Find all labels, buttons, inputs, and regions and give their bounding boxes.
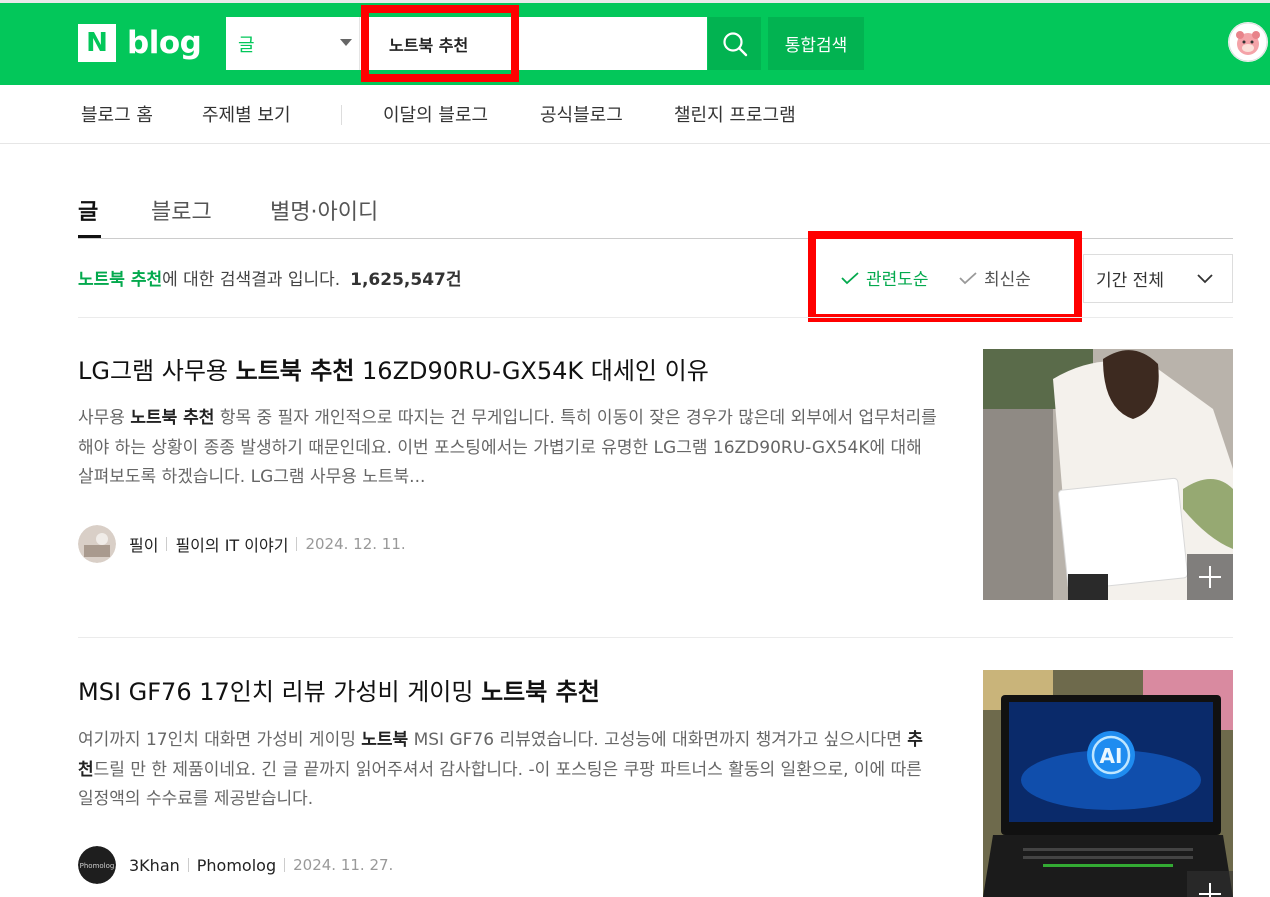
post-date: 2024. 12. 11. <box>305 535 406 553</box>
blog-name[interactable]: 필이의 IT 이야기 <box>175 532 288 556</box>
search-button[interactable] <box>708 17 761 70</box>
post-description[interactable]: 사무용 노트북 추천 항목 중 필자 개인적으로 따지는 건 무게입니다. 특히… <box>78 404 938 493</box>
chevron-down-icon <box>1197 274 1213 284</box>
post-title-text: 16ZD90RU-GX54K 대세인 이유 <box>354 357 709 385</box>
author-avatar[interactable] <box>78 525 116 563</box>
gnb-blog-home[interactable]: 블로그 홈 <box>81 101 153 127</box>
sort-latest-label: 최신순 <box>984 270 1031 290</box>
character-avatar-icon <box>1228 22 1268 62</box>
post-author-line: Phomolog 3Khan Phomolog 2024. 11. 27. <box>78 846 393 884</box>
gnb-blog-of-month[interactable]: 이달의 블로그 <box>383 101 488 127</box>
result-suffix: 에 대한 검색결과 입니다. <box>162 270 341 290</box>
period-label: 기간 전체 <box>1096 271 1164 291</box>
phomolog-logo-icon: Phomolog <box>78 846 116 884</box>
thumbnail-expand-button[interactable] <box>1187 554 1233 600</box>
author-name[interactable]: 필이 <box>129 532 158 556</box>
check-icon <box>959 271 977 284</box>
plus-icon <box>1199 883 1221 897</box>
search-type-select[interactable]: 글 <box>226 17 360 70</box>
total-search-button[interactable]: 통합검색 <box>768 17 864 70</box>
gnb-official-blog[interactable]: 공식블로그 <box>540 101 623 127</box>
author-avatar[interactable]: Phomolog <box>78 846 116 884</box>
tab-nickname-id[interactable]: 별명·아이디 <box>270 194 378 226</box>
tab-posts[interactable]: 글 <box>78 194 98 226</box>
naver-blog-logo[interactable]: N blog <box>78 24 202 62</box>
blog-name[interactable]: Phomolog <box>197 856 276 875</box>
svg-text:Phomolog: Phomolog <box>80 862 115 870</box>
meta-divider <box>166 537 168 551</box>
result-divider <box>78 317 1233 318</box>
meta-divider <box>187 858 189 872</box>
thumbnail-expand-button[interactable] <box>1187 871 1233 897</box>
search-icon <box>722 31 747 56</box>
tab-blogs[interactable]: 블로그 <box>151 194 212 226</box>
logo-n-mark: N <box>78 24 116 62</box>
post-desc-text: 드릴 만 한 제품이네요. 긴 글 끝까지 읽어주셔서 감사합니다. -이 포스… <box>78 759 922 810</box>
gnb-topics[interactable]: 주제별 보기 <box>202 101 291 127</box>
logo-text: blog <box>127 25 202 61</box>
post-desc-keyword: 노트북 추천 <box>130 408 215 428</box>
result-divider <box>78 637 1233 638</box>
post-date: 2024. 11. 27. <box>293 856 394 874</box>
result-count: 1,625,547건 <box>350 270 462 290</box>
post-desc-text: MSI GF76 리뷰였습니다. 고성능에 대화면까지 챙겨가고 싶으시다면 <box>408 730 908 750</box>
svg-text:AI: AI <box>1100 744 1123 768</box>
gnb-divider <box>341 105 342 125</box>
post-title[interactable]: LG그램 사무용 노트북 추천 16ZD90RU-GX54K 대세인 이유 <box>78 351 709 386</box>
search-box: 글 <box>226 17 707 70</box>
result-keyword: 노트북 추천 <box>78 270 163 290</box>
post-desc-keyword: 노트북 <box>361 730 409 750</box>
post-title-keyword: 노트북 추천 <box>481 678 600 706</box>
post-desc-text: 여기까지 17인치 대화면 가성비 게이밍 <box>78 730 362 750</box>
caret-down-icon <box>340 39 352 46</box>
post-title-text: LG그램 사무용 <box>78 357 236 385</box>
top-header: N blog 글 통합검색 <box>0 0 1270 85</box>
sort-latest[interactable]: 최신순 <box>958 265 1031 290</box>
post-title-text: MSI GF76 17인치 리뷰 가성비 게이밍 <box>78 678 482 706</box>
post-description[interactable]: 여기까지 17인치 대화면 가성비 게이밍 노트북 MSI GF76 리뷰였습니… <box>78 726 938 815</box>
search-input[interactable] <box>376 17 696 70</box>
post-title-keyword: 노트북 추천 <box>235 357 355 385</box>
gaming-laptop-image: AI <box>983 670 1233 897</box>
search-type-label: 글 <box>238 34 255 56</box>
post-thumbnail[interactable]: AI <box>983 670 1233 897</box>
author-name[interactable]: 3Khan <box>129 856 180 875</box>
author-photo-icon <box>78 525 116 563</box>
header-top-border <box>0 0 1270 3</box>
period-select[interactable]: 기간 전체 <box>1083 254 1233 303</box>
post-desc-text: 사무용 <box>78 408 131 428</box>
sort-relevance-label: 관련도순 <box>866 270 929 290</box>
meta-divider <box>296 537 298 551</box>
gnb-challenge-program[interactable]: 챌린지 프로그램 <box>674 101 796 127</box>
plus-icon <box>1199 566 1221 588</box>
meta-divider <box>284 858 286 872</box>
user-avatar[interactable] <box>1228 22 1268 62</box>
check-icon <box>841 271 859 284</box>
post-thumbnail[interactable] <box>983 349 1233 600</box>
result-summary: 노트북 추천에 대한 검색결과 입니다. 1,625,547건 <box>78 265 462 290</box>
post-title[interactable]: MSI GF76 17인치 리뷰 가성비 게이밍 노트북 추천 <box>78 672 600 707</box>
sort-relevance[interactable]: 관련도순 <box>840 265 929 290</box>
global-nav: 블로그 홈 주제별 보기 이달의 블로그 공식블로그 챌린지 프로그램 <box>0 85 1270 144</box>
post-author-line: 필이 필이의 IT 이야기 2024. 12. 11. <box>78 525 406 563</box>
